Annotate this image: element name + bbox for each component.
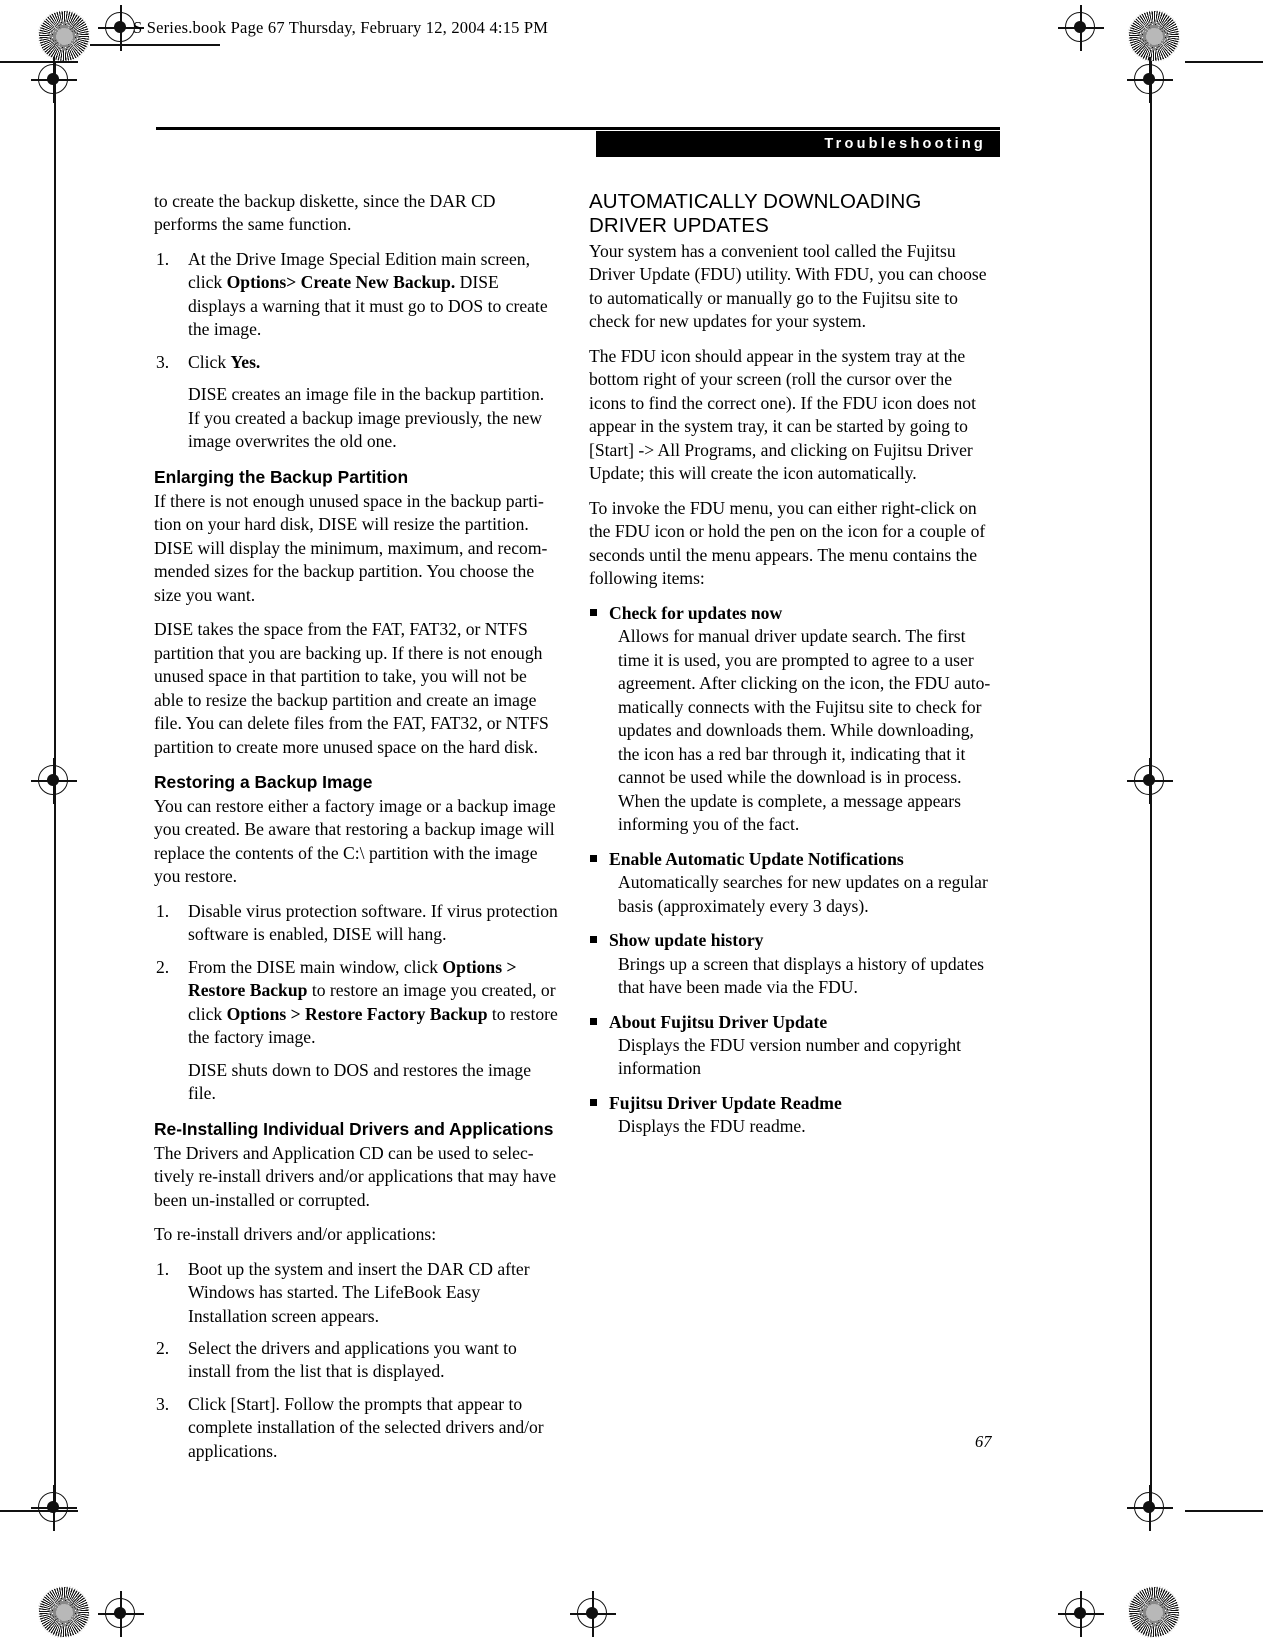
step-text-emphasis: Options > Restore Factory Backup [226, 1003, 488, 1024]
printed-page: S Series.book Page 67 Thursday, February… [0, 0, 1263, 1650]
trim-rule-bottom-right [1185, 1510, 1263, 1512]
paragraph-fdu-1: Your system has a convenient tool called… [589, 240, 987, 332]
fdu-menu-item: About Fujitsu Driver Update Displays the … [589, 1011, 993, 1081]
step-number: 2. [156, 1338, 170, 1358]
step-text: From the DISE main window, click Options… [188, 957, 558, 1047]
trim-rule-bottom-left [0, 1510, 78, 1512]
numbered-step: 1. At the Drive Image Special Edition mai… [154, 248, 558, 342]
paragraph-fdu-3: To invoke the FDU menu, you can either r… [589, 497, 986, 589]
registration-star-top-left [38, 10, 90, 62]
fdu-menu-item-description: Brings up a screen that displays a histo… [618, 953, 984, 998]
fdu-menu-item: Fujitsu Driver Update Readme Displays the… [589, 1092, 993, 1139]
step-text-run: Select the drivers and applications you … [188, 1338, 517, 1382]
square-bullet-icon [590, 936, 597, 944]
heading-reinstalling-drivers: Re-Installing Individual Drivers and App… [154, 1118, 554, 1139]
step-text: Click Yes. [188, 352, 260, 372]
trim-rule-right-vertical [1150, 61, 1152, 1511]
step-text-emphasis: Yes. [230, 351, 261, 372]
trim-rule-left-vertical [54, 61, 56, 1511]
square-bullet-icon [590, 1098, 597, 1106]
fdu-menu-items-list: Check for updates now Allows for manual d… [589, 602, 993, 1139]
step-text-run: Boot up the system and insert the DAR CD… [188, 1258, 530, 1326]
header-rule [156, 127, 1000, 130]
page-number: 67 [975, 1432, 992, 1451]
fdu-menu-item: Check for updates now Allows for manual d… [589, 602, 993, 837]
left-column: to create the backup diskette, since the… [154, 190, 558, 1472]
square-bullet-icon [590, 854, 597, 862]
trim-rule-top-left [0, 61, 78, 63]
step-number: 1. [156, 900, 170, 921]
fdu-menu-item-description: Automatically searches for new updates o… [618, 872, 988, 916]
registration-star-top-right [1128, 10, 1180, 62]
step-number: 3. [156, 1393, 170, 1414]
registration-crosshair-bottom-right [1058, 1591, 1104, 1637]
square-bullet-icon [590, 608, 597, 616]
step-text-run: Click [Start]. Follow the prompts that a… [188, 1393, 544, 1461]
registration-crosshair-top-right [1058, 5, 1104, 51]
step-number: 1. [156, 1258, 170, 1279]
step-text-emphasis: Options> Create New Backup. [226, 272, 456, 293]
fdu-menu-item-description: Displays the FDU version number and copy… [618, 1034, 962, 1079]
backup-steps-note: DISE creates an image file in the backup… [188, 384, 545, 452]
registration-star-bottom-right [1128, 1586, 1180, 1638]
backup-steps-list: 1. At the Drive Image Special Edition mai… [154, 248, 558, 374]
step-number: 1. [156, 248, 170, 269]
numbered-step: 2. From the DISE main window, click Optio… [154, 956, 558, 1050]
step-text: Disable virus protection software. If vi… [188, 901, 558, 944]
step-text-run: From the DISE main window, click [188, 956, 443, 977]
registration-crosshair-bottom-center [570, 1591, 616, 1637]
registration-crosshair-bottom-left [98, 1591, 144, 1637]
paragraph-enlarging-2: DISE takes the space from the FAT, FAT32… [154, 619, 549, 757]
heading-enlarging-backup-partition: Enlarging the Backup Partition [154, 466, 409, 487]
reinstalling-steps-list: 1. Boot up the system and insert the DAR … [154, 1258, 558, 1464]
fdu-menu-item-title: Enable Automatic Update Notifications [609, 848, 904, 869]
section-heading: AUTOMATICALLY DOWNLOADING DRIVER UPDATES [589, 190, 993, 238]
fdu-menu-item-title: Show update history [609, 930, 764, 951]
fdu-menu-item-title: About Fujitsu Driver Update [609, 1011, 828, 1032]
step-text-run: Click [188, 351, 231, 372]
step-text: Select the drivers and applications you … [188, 1338, 517, 1381]
paragraph-intro: to create the backup diskette, since the… [154, 191, 496, 235]
paragraph-fdu-2: The FDU icon should appear in the system… [589, 345, 976, 484]
fdu-menu-item-title: Check for updates now [609, 602, 783, 623]
section-heading-line-1: AUTOMATICALLY DOWNLOADING [589, 190, 922, 213]
restoring-steps-list: 1. Disable virus protection software. If … [154, 900, 558, 1050]
paragraph-reinstalling-1: The Drivers and Application CD can be us… [154, 1142, 557, 1210]
trim-rule-header-underline [90, 44, 220, 46]
fdu-menu-item: Show update history Brings up a screen th… [589, 929, 993, 999]
step-text: Click [Start]. Follow the prompts that a… [188, 1394, 544, 1461]
step-number: 2. [156, 956, 170, 977]
heading-restoring-backup-image: Restoring a Backup Image [154, 772, 373, 793]
trim-rule-top-right [1185, 61, 1263, 63]
numbered-step: 2. Select the drivers and applications yo… [154, 1337, 558, 1384]
fdu-menu-item-title: Fujitsu Driver Update Readme [609, 1092, 842, 1113]
section-heading-line-2: DRIVER UPDATES [589, 213, 769, 237]
paragraph-restoring-1: You can restore either a factory image o… [154, 795, 556, 887]
file-header-text: S Series.book Page 67 Thursday, February… [133, 18, 549, 37]
restoring-steps-note: DISE shuts down to DOS and restores the … [188, 1059, 532, 1104]
numbered-step: 3. Click [Start]. Follow the prompts that… [154, 1393, 558, 1463]
step-text: Boot up the system and insert the DAR CD… [188, 1259, 530, 1326]
numbered-step: 1. Disable virus protection software. If … [154, 900, 558, 947]
step-text: At the Drive Image Special Edition main … [188, 249, 548, 339]
fdu-menu-item-description: Displays the FDU readme. [618, 1116, 806, 1137]
step-text-run: Disable virus protection software. If vi… [188, 900, 558, 945]
right-column: AUTOMATICALLY DOWNLOADING DRIVER UPDATES… [589, 190, 993, 1150]
chapter-title-banner: Troubleshooting [596, 131, 1000, 157]
paragraph-enlarging-1: If there is not enough unused space in t… [154, 490, 548, 605]
numbered-step: 3. Click Yes. [154, 351, 558, 374]
step-number: 3. [156, 351, 170, 372]
fdu-menu-item: Enable Automatic Update Notifications Aut… [589, 848, 993, 918]
fdu-menu-item-description: Allows for manual driver update search. … [618, 626, 991, 835]
registration-star-bottom-left [38, 1586, 90, 1638]
paragraph-reinstalling-2: To re-install drivers and/or application… [154, 1224, 437, 1245]
square-bullet-icon [590, 1017, 597, 1025]
numbered-step: 1. Boot up the system and insert the DAR … [154, 1258, 558, 1328]
